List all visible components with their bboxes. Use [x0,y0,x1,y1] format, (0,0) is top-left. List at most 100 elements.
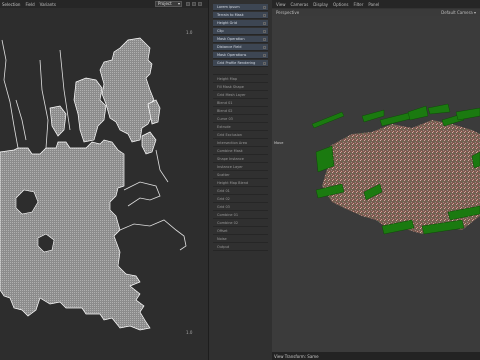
node-list-item[interactable]: Scatter [213,172,268,179]
node-label: Instance Layer [217,165,243,169]
node-list-item[interactable]: Height Map Blend [213,180,268,187]
node-list-item[interactable]: Combine Mask [213,148,268,155]
node-label: Grid Mesh Layer [217,93,246,97]
visibility-toggle[interactable] [263,5,266,9]
node-list-item[interactable]: Grid 01 [213,188,268,195]
node-list-item[interactable]: Grid Profile Rendering [213,60,268,67]
menu-selection[interactable]: Selection [2,2,20,7]
visibility-toggle[interactable] [263,37,266,41]
node-list-panel: Lorem ipsum Terrain to Mask Height Grid Cli… [208,0,273,360]
node-label: Terrain to Mask [217,13,244,17]
camera-selector[interactable]: Default Camera ▾ [441,10,476,15]
panel-button-1[interactable] [186,2,190,6]
chevron-down-icon: ▾ [473,10,476,15]
menu-panel[interactable]: Panel [368,2,379,7]
menu-view[interactable]: View [276,2,286,7]
node-list-item[interactable]: Instance Layer [213,164,268,171]
node-label: Clip [217,29,224,33]
mask-island-1 [99,37,155,143]
node-list-item[interactable]: Noise [213,236,268,243]
node-list-item[interactable]: Shape Instance [213,156,268,163]
node-label: Blend 02 [217,109,233,113]
mask-island-3 [49,105,67,137]
node-label: Curve 03 [217,117,233,121]
node-list-item[interactable]: Clip [213,28,268,35]
node-label: Mask Operation [217,37,245,41]
status-text: View Transform: Same [274,353,319,359]
viewport-side-label: Move [274,141,284,145]
node-label: Fill Mask Shape [217,85,244,89]
mask-island-5 [141,131,157,155]
viewport-title: Perspective [276,10,300,15]
node-list-item[interactable]: Height Map [213,76,268,83]
menu-display[interactable]: Display [313,2,328,7]
node-label: Shape Instance [217,157,244,161]
node-list-item[interactable]: Grid Mesh Layer [213,92,268,99]
node-list-item[interactable]: Curve 03 [213,116,268,123]
node-list-item[interactable]: Grid Exclusion [213,132,268,139]
node-list-item[interactable]: Terrain to Mask [213,12,268,19]
visibility-toggle[interactable] [263,21,266,25]
menu-field[interactable]: Field [25,2,34,7]
node-list-item[interactable]: Mask Operations [213,52,268,59]
visibility-toggle[interactable] [263,53,266,57]
node-label: Combine Mask [217,149,243,153]
node-list-item[interactable] [213,68,268,75]
project-dropdown-value: Project [158,1,172,6]
viewport-menubar: View Cameras Display Options Filter Pane… [272,0,480,8]
node-label: Blend 01 [217,101,233,105]
node-label: Height Map Blend [217,181,249,185]
node-label: Output [217,245,230,249]
menu-filter[interactable]: Filter [353,2,363,7]
node-list-item[interactable]: Combine 01 [213,212,268,219]
node-label: Grid 01 [217,189,230,193]
viewport-panel: View Cameras Display Options Filter Pane… [272,0,480,360]
node-label: Scatter [217,173,230,177]
menu-options[interactable]: Options [333,2,348,7]
node-label: Grid 02 [217,197,230,201]
chevron-down-icon: ▾ [177,1,180,6]
node-label: Extrude [217,125,231,129]
visibility-toggle[interactable] [263,13,266,17]
node-list-item[interactable]: Fill Mask Shape [213,84,268,91]
project-dropdown[interactable]: Project ▾ [155,1,182,7]
node-label: Combine 01 [217,213,239,217]
visibility-toggle[interactable] [263,29,266,33]
node-label: Height Grid [217,21,238,25]
node-list-item[interactable]: Offset [213,228,268,235]
node-list-item[interactable]: Distance Field [213,44,268,51]
viewport-header: Perspective Default Camera ▾ [272,9,480,16]
mask-island-2 [73,77,107,143]
node-label: Lorem ipsum [217,5,240,9]
city-terrain-render [311,103,480,235]
3d-viewport[interactable]: Move [272,16,480,352]
node-list-item[interactable]: Grid 02 [213,196,268,203]
node-list-item[interactable]: Extrude [213,124,268,131]
mask-editor-panel: Selection Field Variants Project ▾ 1.0 1… [0,0,208,360]
mask-canvas[interactable] [0,30,192,332]
node-list-item[interactable]: Blend 01 [213,100,268,107]
node-label: Grid 03 [217,205,230,209]
city-mask-shape [0,139,151,331]
panel-button-3[interactable] [198,2,202,6]
node-label: Noise [217,237,227,241]
node-label: Grid Exclusion [217,133,242,137]
node-list-item[interactable]: Lorem ipsum [213,4,268,11]
node-label: Distance Field [217,45,242,49]
node-list-item[interactable]: Grid 03 [213,204,268,211]
node-list-item[interactable]: Mask Operation [213,36,268,43]
visibility-toggle[interactable] [263,61,266,65]
node-label: Intersection Area [217,141,247,145]
camera-name: Default Camera [441,10,473,15]
node-list-item[interactable]: Output [213,244,268,251]
node-list-item[interactable]: Height Grid [213,20,268,27]
node-label: Combine 02 [217,221,239,225]
node-list-item[interactable]: Blend 02 [213,108,268,115]
node-list-item[interactable]: Combine 02 [213,220,268,227]
node-label: Offset [217,229,228,233]
node-list-item[interactable]: Intersection Area [213,140,268,147]
menu-cameras[interactable]: Cameras [291,2,309,7]
panel-button-2[interactable] [192,2,196,6]
menu-variants[interactable]: Variants [40,2,56,7]
visibility-toggle[interactable] [263,45,266,49]
